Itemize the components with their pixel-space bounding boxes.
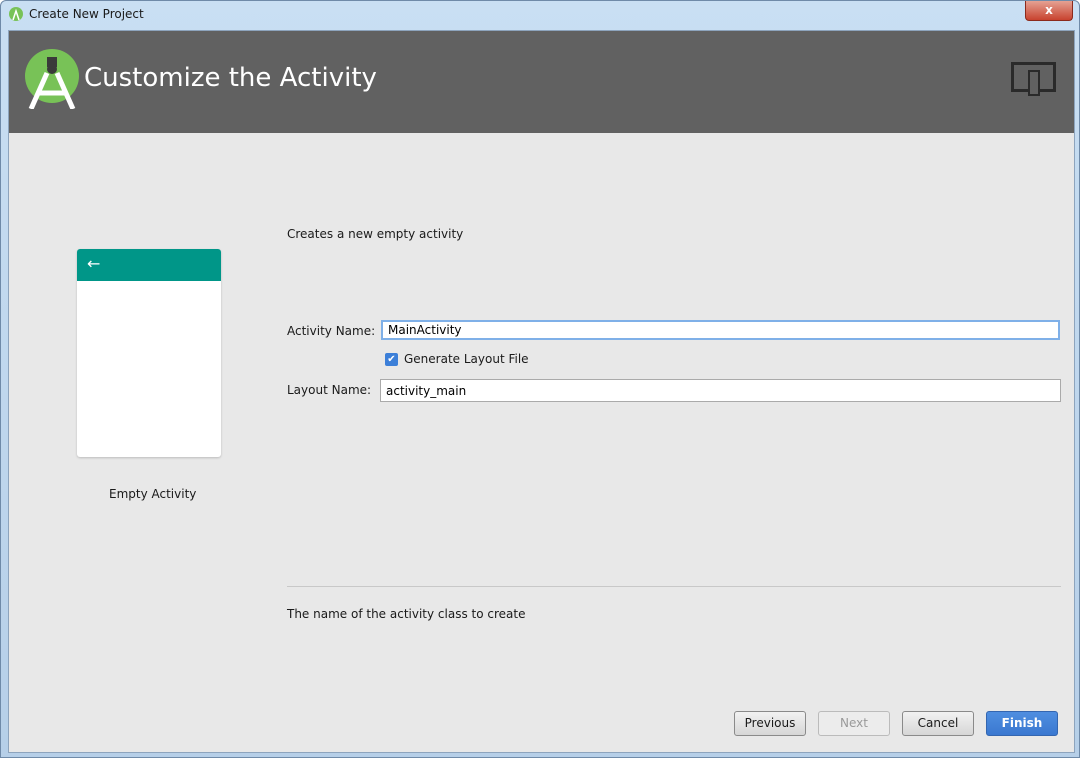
description: Creates a new empty activity <box>287 227 464 241</box>
previous-button[interactable]: Previous <box>734 711 806 736</box>
window-title: Create New Project <box>29 7 144 21</box>
device-icon <box>1011 62 1056 96</box>
next-button[interactable]: Next <box>818 711 890 736</box>
hint-text: The name of the activity class to create <box>287 607 526 621</box>
cancel-button[interactable]: Cancel <box>902 711 974 736</box>
activity-name-label: Activity Name: <box>287 324 376 338</box>
checkmark-icon: ✔ <box>385 352 398 366</box>
activity-preview: ← <box>77 249 221 457</box>
activity-name-input[interactable] <box>381 320 1060 340</box>
finish-button[interactable]: Finish <box>986 711 1058 736</box>
dialog-window: Create New Project x Customize the Activ… <box>0 0 1080 758</box>
close-button[interactable]: x <box>1025 1 1073 21</box>
android-studio-logo <box>25 49 79 109</box>
divider <box>287 586 1061 587</box>
back-arrow-icon: ← <box>77 249 221 281</box>
generate-layout-label: Generate Layout File <box>404 352 529 366</box>
layout-name-input[interactable] <box>380 379 1061 402</box>
header: Customize the Activity <box>9 31 1074 133</box>
generate-layout-checkbox[interactable]: ✔ Generate Layout File <box>385 352 529 366</box>
template-name: Empty Activity <box>109 487 197 501</box>
layout-name-label: Layout Name: <box>287 383 372 397</box>
page-title: Customize the Activity <box>84 63 377 93</box>
title-bar: Create New Project <box>9 7 144 21</box>
app-icon <box>9 7 23 21</box>
dialog-content: Customize the Activity ← Empty Activity … <box>8 30 1075 753</box>
